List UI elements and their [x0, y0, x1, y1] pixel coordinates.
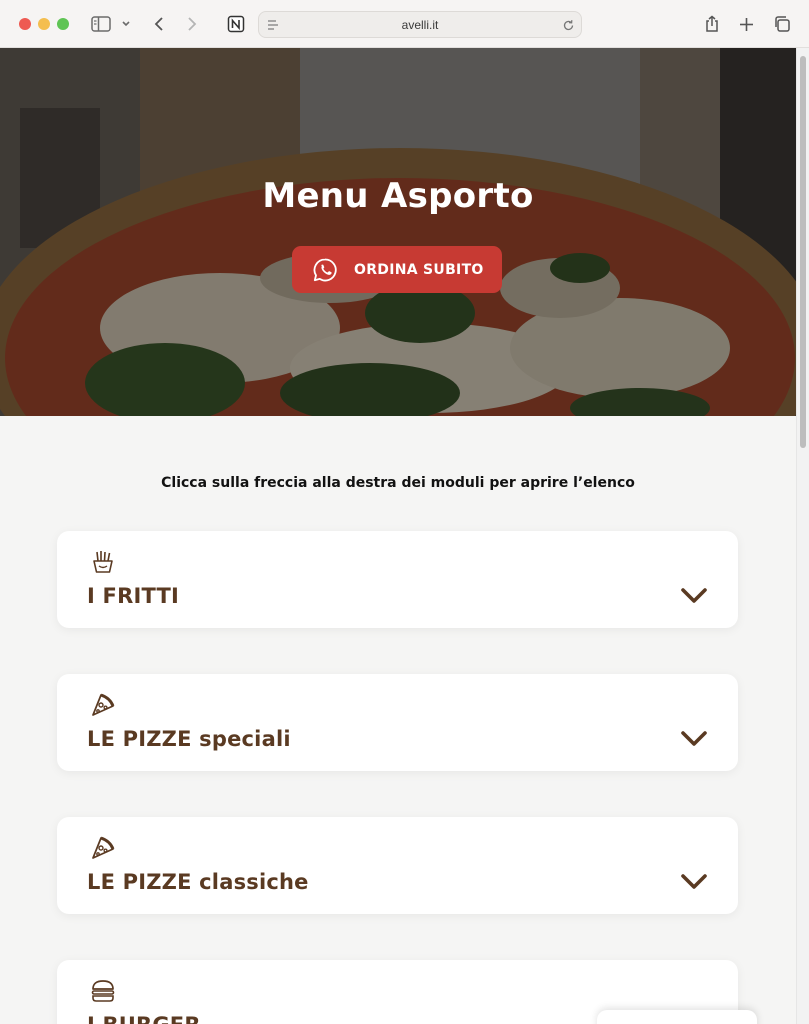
tab-overview-icon[interactable] — [772, 14, 792, 34]
reload-icon[interactable] — [560, 17, 576, 33]
chevron-down-icon[interactable] — [680, 587, 708, 605]
chevron-down-icon[interactable] — [120, 14, 132, 34]
chevron-down-icon[interactable] — [680, 730, 708, 748]
pizza-hero-image — [0, 48, 796, 416]
whatsapp-icon — [313, 258, 337, 281]
new-tab-icon[interactable] — [737, 14, 755, 34]
instruction-text: Clicca sulla freccia alla destra dei mod… — [161, 475, 635, 491]
url-text: avelli.it — [401, 18, 439, 32]
forward-icon[interactable] — [183, 14, 201, 34]
floating-widget-tab[interactable] — [597, 1010, 757, 1024]
category-card-fritti[interactable]: I FRITTI — [57, 531, 738, 628]
category-title: I FRITTI — [87, 584, 179, 608]
browser-toolbar: avelli.it — [0, 0, 809, 48]
page-title: Menu Asporto — [262, 176, 534, 216]
fries-icon — [93, 551, 113, 573]
pizza-slice-icon — [92, 836, 115, 859]
order-now-button[interactable]: ORDINA SUBITO — [292, 246, 502, 293]
scrollbar-thumb[interactable] — [800, 56, 806, 448]
notion-extension-icon[interactable] — [226, 14, 246, 34]
back-icon[interactable] — [150, 14, 168, 34]
sidebar-toggle-icon[interactable] — [90, 14, 112, 34]
hero-banner: Menu Asporto ORDINA SUBITO — [0, 48, 796, 416]
category-title: LE PIZZE classiche — [87, 870, 309, 894]
category-title: LE PIZZE speciali — [87, 727, 291, 751]
zoom-window-button[interactable] — [57, 18, 69, 30]
category-title: I BURGER — [87, 1013, 201, 1024]
pizza-slice-icon — [92, 693, 115, 716]
order-now-label: ORDINA SUBITO — [354, 261, 484, 278]
category-card-pizze-speciali[interactable]: LE PIZZE speciali — [57, 674, 738, 771]
chevron-down-icon[interactable] — [680, 873, 708, 891]
page-scrollbar[interactable] — [796, 48, 809, 1024]
burger-icon — [91, 980, 115, 1002]
minimize-window-button[interactable] — [38, 18, 50, 30]
share-icon[interactable] — [703, 14, 721, 34]
close-window-button[interactable] — [19, 18, 31, 30]
address-bar[interactable]: avelli.it — [258, 11, 582, 38]
category-card-pizze-classiche[interactable]: LE PIZZE classiche — [57, 817, 738, 914]
